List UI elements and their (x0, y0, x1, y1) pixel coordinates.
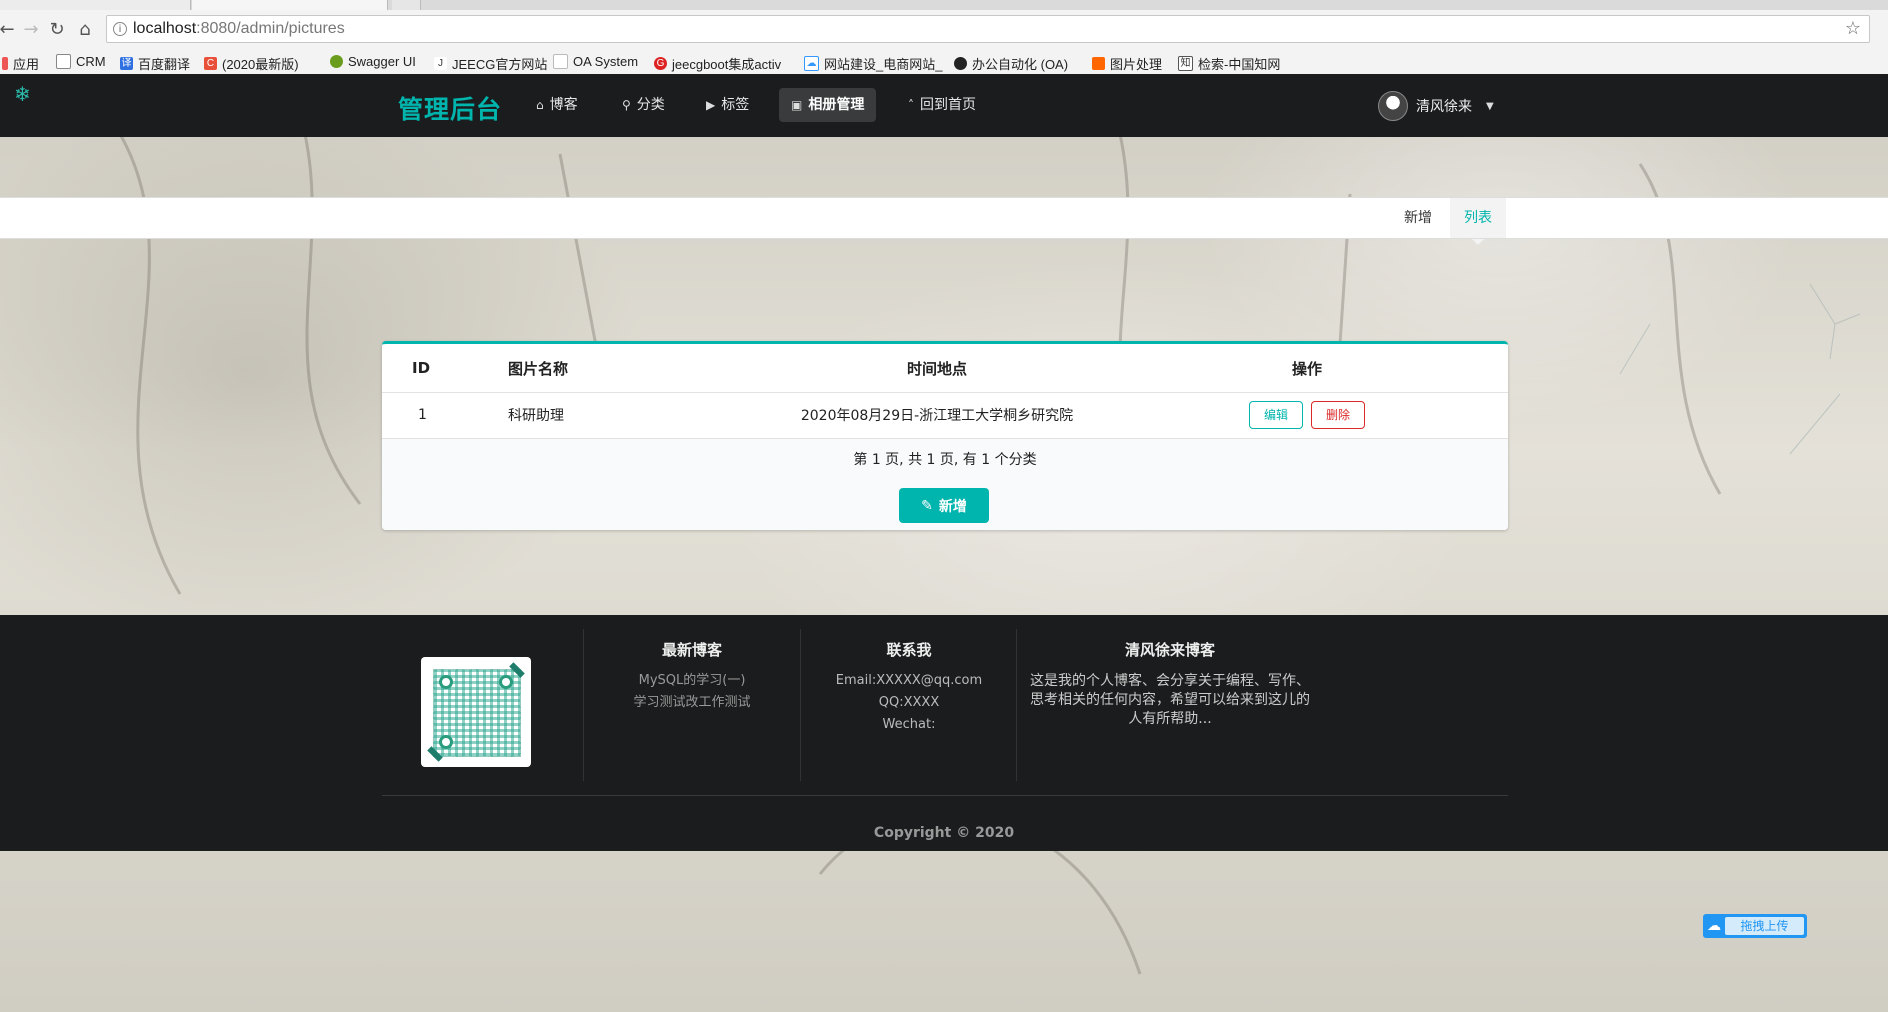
nav-item-blog[interactable]: ⌂ 博客 (524, 88, 590, 122)
drag-upload-label: 拖拽上传 (1725, 917, 1804, 935)
latest-blogs-title: 最新博客 (661, 641, 722, 659)
table-row: 1 科研助理 2020年08月29日-浙江理工大学桐乡研究院 编辑 删除 (382, 392, 1508, 439)
table-footer: 第 1 页, 共 1 页, 有 1 个分类 ✎ 新增 (382, 439, 1508, 530)
qr-finder (439, 675, 453, 689)
browser-tab-1[interactable] (0, 0, 191, 10)
nav-item-tags[interactable]: ▶ 标签 (694, 88, 761, 122)
pictures-table-panel: ID 图片名称 时间地点 操作 1 科研助理 2020年08月29日-浙江理工大… (382, 341, 1508, 530)
row-name: 科研助理 (508, 408, 564, 424)
bookmark-jeecgboot[interactable]: Gjeecgboot集成activ (654, 54, 781, 73)
header-name: 图片名称 (508, 359, 569, 378)
bookmark-apps[interactable]: 应用 (2, 54, 39, 73)
submenu-list[interactable]: 列表 (1450, 198, 1506, 245)
contact-wechat: Wechat: (882, 717, 936, 732)
url-input[interactable]: i localhost:8080/admin/pictures ☆ (106, 15, 1870, 43)
nav-item-album[interactable]: ▣ 相册管理 (779, 88, 877, 122)
image-icon: ▣ (791, 98, 803, 112)
footer-about: 清风徐来博客 这是我的个人博客、会分享关于编程、写作、思考相关的任何内容，希望可… (1030, 639, 1310, 729)
back-icon[interactable]: ← (0, 18, 18, 42)
brand-title[interactable]: 管理后台 (398, 90, 502, 126)
bookmark-oa-system[interactable]: OA System (553, 54, 638, 69)
baidu-translate-icon: 译 (120, 57, 133, 70)
swagger-icon (330, 55, 343, 68)
g-red-icon: G (654, 57, 667, 70)
delete-button[interactable]: 删除 (1311, 401, 1366, 429)
apps-grid-icon (2, 57, 8, 70)
add-picture-button[interactable]: ✎ 新增 (899, 488, 989, 523)
contact-email: Email:XXXXX@qq.com (835, 673, 983, 688)
footer-latest-blogs: 最新博客 MySQL的学习(一) 学习测试改工作测试 (600, 639, 784, 714)
latest-blog-link[interactable]: MySQL的学习(一) (600, 670, 784, 692)
drag-upload-widget[interactable]: ☁ 拖拽上传 (1703, 914, 1807, 938)
cloud-upload-icon: ☁ (1707, 918, 1721, 934)
page-icon (56, 54, 71, 69)
footer-rule (382, 795, 1508, 796)
avatar (1378, 91, 1408, 121)
cloud-icon: ☁ (804, 56, 819, 71)
contact-title: 联系我 (886, 641, 932, 659)
cnki-icon: 知 (1178, 56, 1193, 71)
nav-item-back-home[interactable]: ˄ 回到首页 (896, 88, 988, 122)
contact-qq: QQ:XXXX (878, 695, 940, 710)
about-title: 清风徐来博客 (1124, 641, 1215, 659)
footer-divider (800, 629, 801, 781)
footer-divider (1016, 629, 1017, 781)
angle-up-icon: ˄ (908, 98, 914, 112)
row-id: 1 (418, 407, 427, 423)
image-orange-icon (1092, 57, 1105, 70)
submenu-add[interactable]: 新增 (1390, 198, 1446, 238)
page-icon (553, 54, 568, 69)
bookmark-baidu-translate[interactable]: 译百度翻译 (120, 54, 190, 73)
caret-down-icon: ▼ (1486, 100, 1494, 112)
footer-contact: 联系我 Email:XXXXX@qq.com QQ:XXXX Wechat: (817, 639, 1001, 736)
bookmark-jeecg[interactable]: J JEECG官方网站 (434, 54, 547, 73)
top-navbar: ❄ 管理后台 ⌂ 博客 ⚲ 分类 ▶ 标签 ▣ 相册管理 ˄ 回到首页 清风徐来 ▼ (0, 74, 1888, 137)
reload-icon[interactable]: ↻ (46, 18, 68, 42)
home-icon: ⌂ (536, 98, 544, 112)
browser-tab-strip (0, 0, 1888, 10)
about-text: 这是我的个人博客、会分享关于编程、写作、思考相关的任何内容，希望可以给来到这儿的… (1030, 673, 1310, 727)
forward-icon[interactable]: → (20, 18, 42, 42)
jeecg-icon: J (434, 57, 447, 70)
copyright: Copyright © 2020 (873, 825, 1015, 841)
bookmark-swagger[interactable]: Swagger UI (330, 54, 416, 69)
secondary-menu: 新增 列表 (0, 197, 1888, 245)
browser-tab-active[interactable] (192, 0, 388, 10)
header-id: ID (412, 359, 431, 377)
bookmark-2020[interactable]: C (2020最新版) (204, 54, 299, 73)
pagination-info: 第 1 页, 共 1 页, 有 1 个分类 (853, 452, 1037, 468)
user-dropdown[interactable]: 清风徐来 ▼ (1378, 91, 1494, 121)
bookmark-star-icon[interactable]: ☆ (1845, 18, 1861, 39)
bookmark-crm[interactable]: CRM (56, 54, 106, 69)
wechat-qr-code (421, 657, 531, 767)
table-header: ID 图片名称 时间地点 操作 (382, 344, 1508, 393)
qr-finder (439, 735, 453, 749)
pin-icon: ⚲ (622, 98, 631, 112)
row-operations: 编辑 删除 (1042, 392, 1508, 438)
bookmark-image-process[interactable]: 图片处理 (1092, 54, 1162, 73)
add-picture-label: 新增 (938, 498, 967, 515)
bookmark-cnki[interactable]: 知检索-中国知网 (1178, 54, 1280, 73)
bookmarks-bar: 应用 CRM 译百度翻译 C (2020最新版) Swagger UI J JEEC… (0, 50, 1888, 75)
latest-blog-link[interactable]: 学习测试改工作测试 (600, 692, 784, 714)
bookmark-oa[interactable]: 办公自动化 (OA) (954, 54, 1068, 73)
url-text: localhost:8080/admin/pictures (133, 20, 345, 37)
site-footer: 最新博客 MySQL的学习(一) 学习测试改工作测试 联系我 Email:XXX… (0, 615, 1888, 851)
edit-button[interactable]: 编辑 (1248, 401, 1303, 429)
info-icon[interactable]: i (113, 22, 127, 36)
nav-item-category[interactable]: ⚲ 分类 (610, 88, 677, 122)
c-red-icon: C (204, 57, 217, 70)
address-bar-row: ← → ↻ ⌂ i localhost:8080/admin/pictures … (0, 10, 1888, 51)
snowflake-icon: ❄ (14, 82, 31, 106)
home-page-icon[interactable]: ⌂ (74, 18, 96, 42)
tags-icon: ▶ (706, 98, 716, 112)
github-icon (954, 57, 967, 70)
bookmark-website-build[interactable]: ☁ 网站建设_电商网站_ (804, 54, 942, 73)
pencil-icon: ✎ (921, 497, 933, 514)
header-operation: 操作 (1291, 359, 1322, 378)
user-name: 清风徐来 (1416, 99, 1472, 115)
qr-finder (499, 675, 513, 689)
footer-divider (583, 629, 584, 781)
new-tab-button[interactable] (392, 0, 421, 10)
